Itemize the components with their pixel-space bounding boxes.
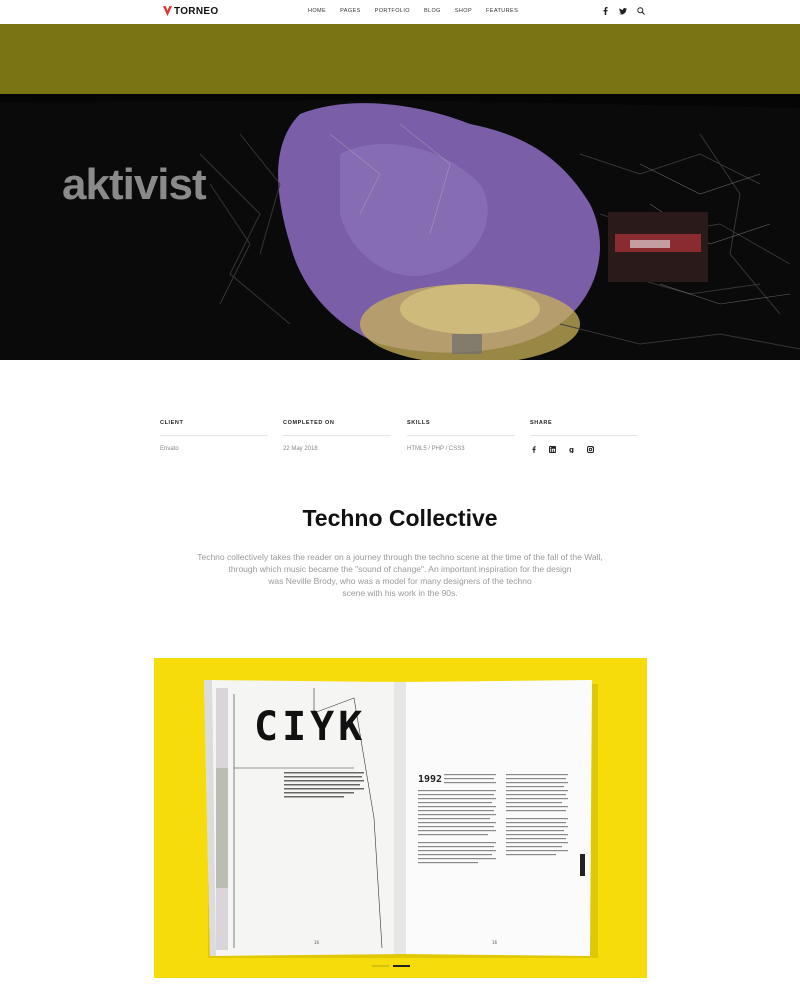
- meta-skills-label: SKILLS: [407, 420, 515, 436]
- meta-completed-label: COMPLETED ON: [283, 420, 391, 436]
- svg-text:g: g: [569, 446, 574, 453]
- meta-share: SHARE g: [530, 420, 638, 453]
- nav-item-shop[interactable]: SHOP: [455, 8, 472, 14]
- right-page-number: 16: [492, 940, 498, 945]
- twitter-icon[interactable]: [619, 7, 627, 15]
- share-icons: g: [530, 446, 638, 453]
- magazine-word: CIYK: [254, 704, 366, 750]
- slide-dot-2[interactable]: [393, 965, 410, 967]
- nav-item-pages[interactable]: PAGES: [340, 8, 361, 14]
- nav-item-portfolio[interactable]: PORTFOLIO: [375, 8, 410, 14]
- meta-client-value: Envato: [160, 446, 179, 452]
- description-line: was Neville Brody, who was a model for m…: [268, 576, 532, 586]
- meta-skills: SKILLS HTML5 / PHP / CSS3: [407, 420, 515, 452]
- logo-mark-icon: [163, 6, 172, 16]
- project-gallery[interactable]: CIYK 16 1992 16: [154, 658, 647, 978]
- meta-client-label: CLIENT: [160, 420, 268, 436]
- meta-skills-value: HTML5 / PHP / CSS3: [407, 446, 465, 452]
- gallery-pagination: [372, 965, 410, 967]
- meta-completed: COMPLETED ON 22 May 2018: [283, 420, 391, 452]
- left-page-number: 16: [314, 940, 320, 945]
- description-line: scene with his work in the 90s.: [342, 588, 458, 598]
- logo[interactable]: TORNEO: [163, 6, 218, 17]
- hero-artwork: [0, 94, 800, 360]
- description-line: through which music became the "sound of…: [228, 564, 572, 574]
- search-icon[interactable]: [637, 7, 645, 15]
- nav-item-features[interactable]: FEATURES: [486, 8, 518, 14]
- magazine-year: 1992: [418, 774, 442, 785]
- project-description: Techno collectively takes the reader on …: [190, 551, 610, 599]
- google-plus-icon[interactable]: g: [568, 446, 575, 453]
- hero-top-band: [0, 24, 800, 102]
- facebook-icon[interactable]: [601, 7, 609, 15]
- meta-client: CLIENT Envato: [160, 420, 268, 452]
- logo-text: TORNEO: [174, 6, 219, 17]
- hero-word: aktivist: [62, 160, 207, 209]
- nav-item-blog[interactable]: BLOG: [424, 8, 441, 14]
- header-icons: [601, 7, 645, 15]
- site-header: TORNEO HOME PAGES PORTFOLIO BLOG SHOP FE…: [0, 0, 800, 24]
- meta-completed-value: 22 May 2018: [283, 446, 318, 452]
- slide-dot-1[interactable]: [372, 965, 389, 967]
- magazine-photo: CIYK 16 1992 16: [154, 658, 647, 978]
- nav-item-home[interactable]: HOME: [308, 8, 326, 14]
- hero-banner: aktivist: [0, 24, 800, 360]
- description-line: Techno collectively takes the reader on …: [197, 552, 603, 562]
- facebook-icon[interactable]: [530, 446, 537, 453]
- main-nav: HOME PAGES PORTFOLIO BLOG SHOP FEATURES: [308, 8, 532, 14]
- project-title: Techno Collective: [302, 505, 498, 531]
- meta-share-label: SHARE: [530, 420, 638, 436]
- linkedin-icon[interactable]: [549, 446, 556, 453]
- instagram-icon[interactable]: [587, 446, 594, 453]
